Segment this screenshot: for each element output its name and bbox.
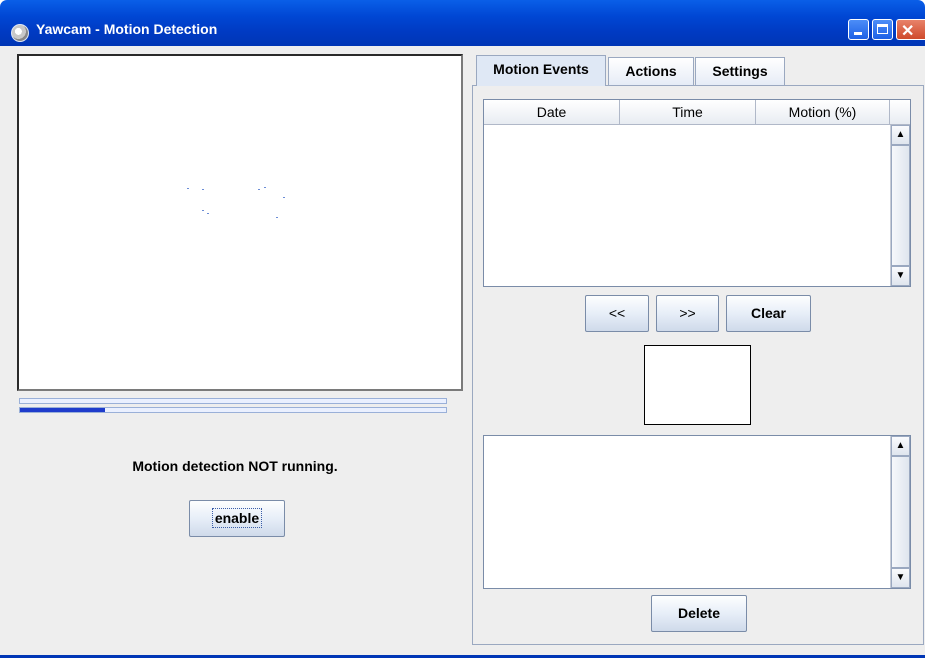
window-title: Yawcam - Motion Detection [36, 21, 218, 37]
previous-button[interactable]: << [585, 295, 649, 332]
close-button[interactable]: ✕ [896, 19, 925, 40]
motion-events-table[interactable]: Date Time Motion (%) ▲ ▼ [483, 99, 911, 287]
minimize-button[interactable] [848, 19, 869, 40]
next-button[interactable]: >> [656, 295, 719, 332]
table-header-corner [890, 100, 910, 125]
column-header-motion[interactable]: Motion (%) [756, 100, 890, 125]
list-scroll-up-button[interactable]: ▲ [891, 436, 910, 456]
app-window: Yawcam - Motion Detection ✕ Motion detec… [0, 0, 925, 658]
close-icon: ✕ [901, 23, 915, 40]
maximize-icon [877, 24, 888, 34]
enable-button-label: enable [211, 508, 263, 528]
maximize-button[interactable] [872, 19, 893, 40]
video-preview [17, 54, 463, 391]
delete-button[interactable]: Delete [651, 595, 747, 632]
tab-settings[interactable]: Settings [695, 57, 785, 85]
enable-button[interactable]: enable [189, 500, 285, 537]
motion-status-text: Motion detection NOT running. [132, 458, 338, 474]
column-header-date[interactable]: Date [484, 100, 620, 125]
list-scroll-down-button[interactable]: ▼ [891, 568, 910, 588]
progress-fill [20, 408, 106, 412]
list-scroll-thumb[interactable] [891, 456, 910, 568]
table-scrollbar[interactable]: ▲ ▼ [890, 125, 910, 286]
tab-actions[interactable]: Actions [608, 57, 694, 85]
table-scroll-thumb[interactable] [891, 145, 910, 266]
event-thumbnail [644, 345, 751, 425]
list-scrollbar[interactable]: ▲ ▼ [890, 436, 910, 588]
clear-button[interactable]: Clear [726, 295, 811, 332]
yawcam-app-icon[interactable] [11, 24, 29, 42]
upper-progress-bar [19, 398, 447, 404]
lower-progress-bar [19, 407, 447, 413]
event-detail-list[interactable]: ▲ ▼ [483, 435, 911, 589]
table-scroll-up-button[interactable]: ▲ [891, 125, 910, 145]
table-scroll-down-button[interactable]: ▼ [891, 266, 910, 286]
column-header-time[interactable]: Time [620, 100, 756, 125]
title-bar[interactable]: Yawcam - Motion Detection ✕ [0, 0, 925, 46]
minimize-icon [854, 32, 862, 35]
tab-motion-events[interactable]: Motion Events [476, 55, 606, 86]
